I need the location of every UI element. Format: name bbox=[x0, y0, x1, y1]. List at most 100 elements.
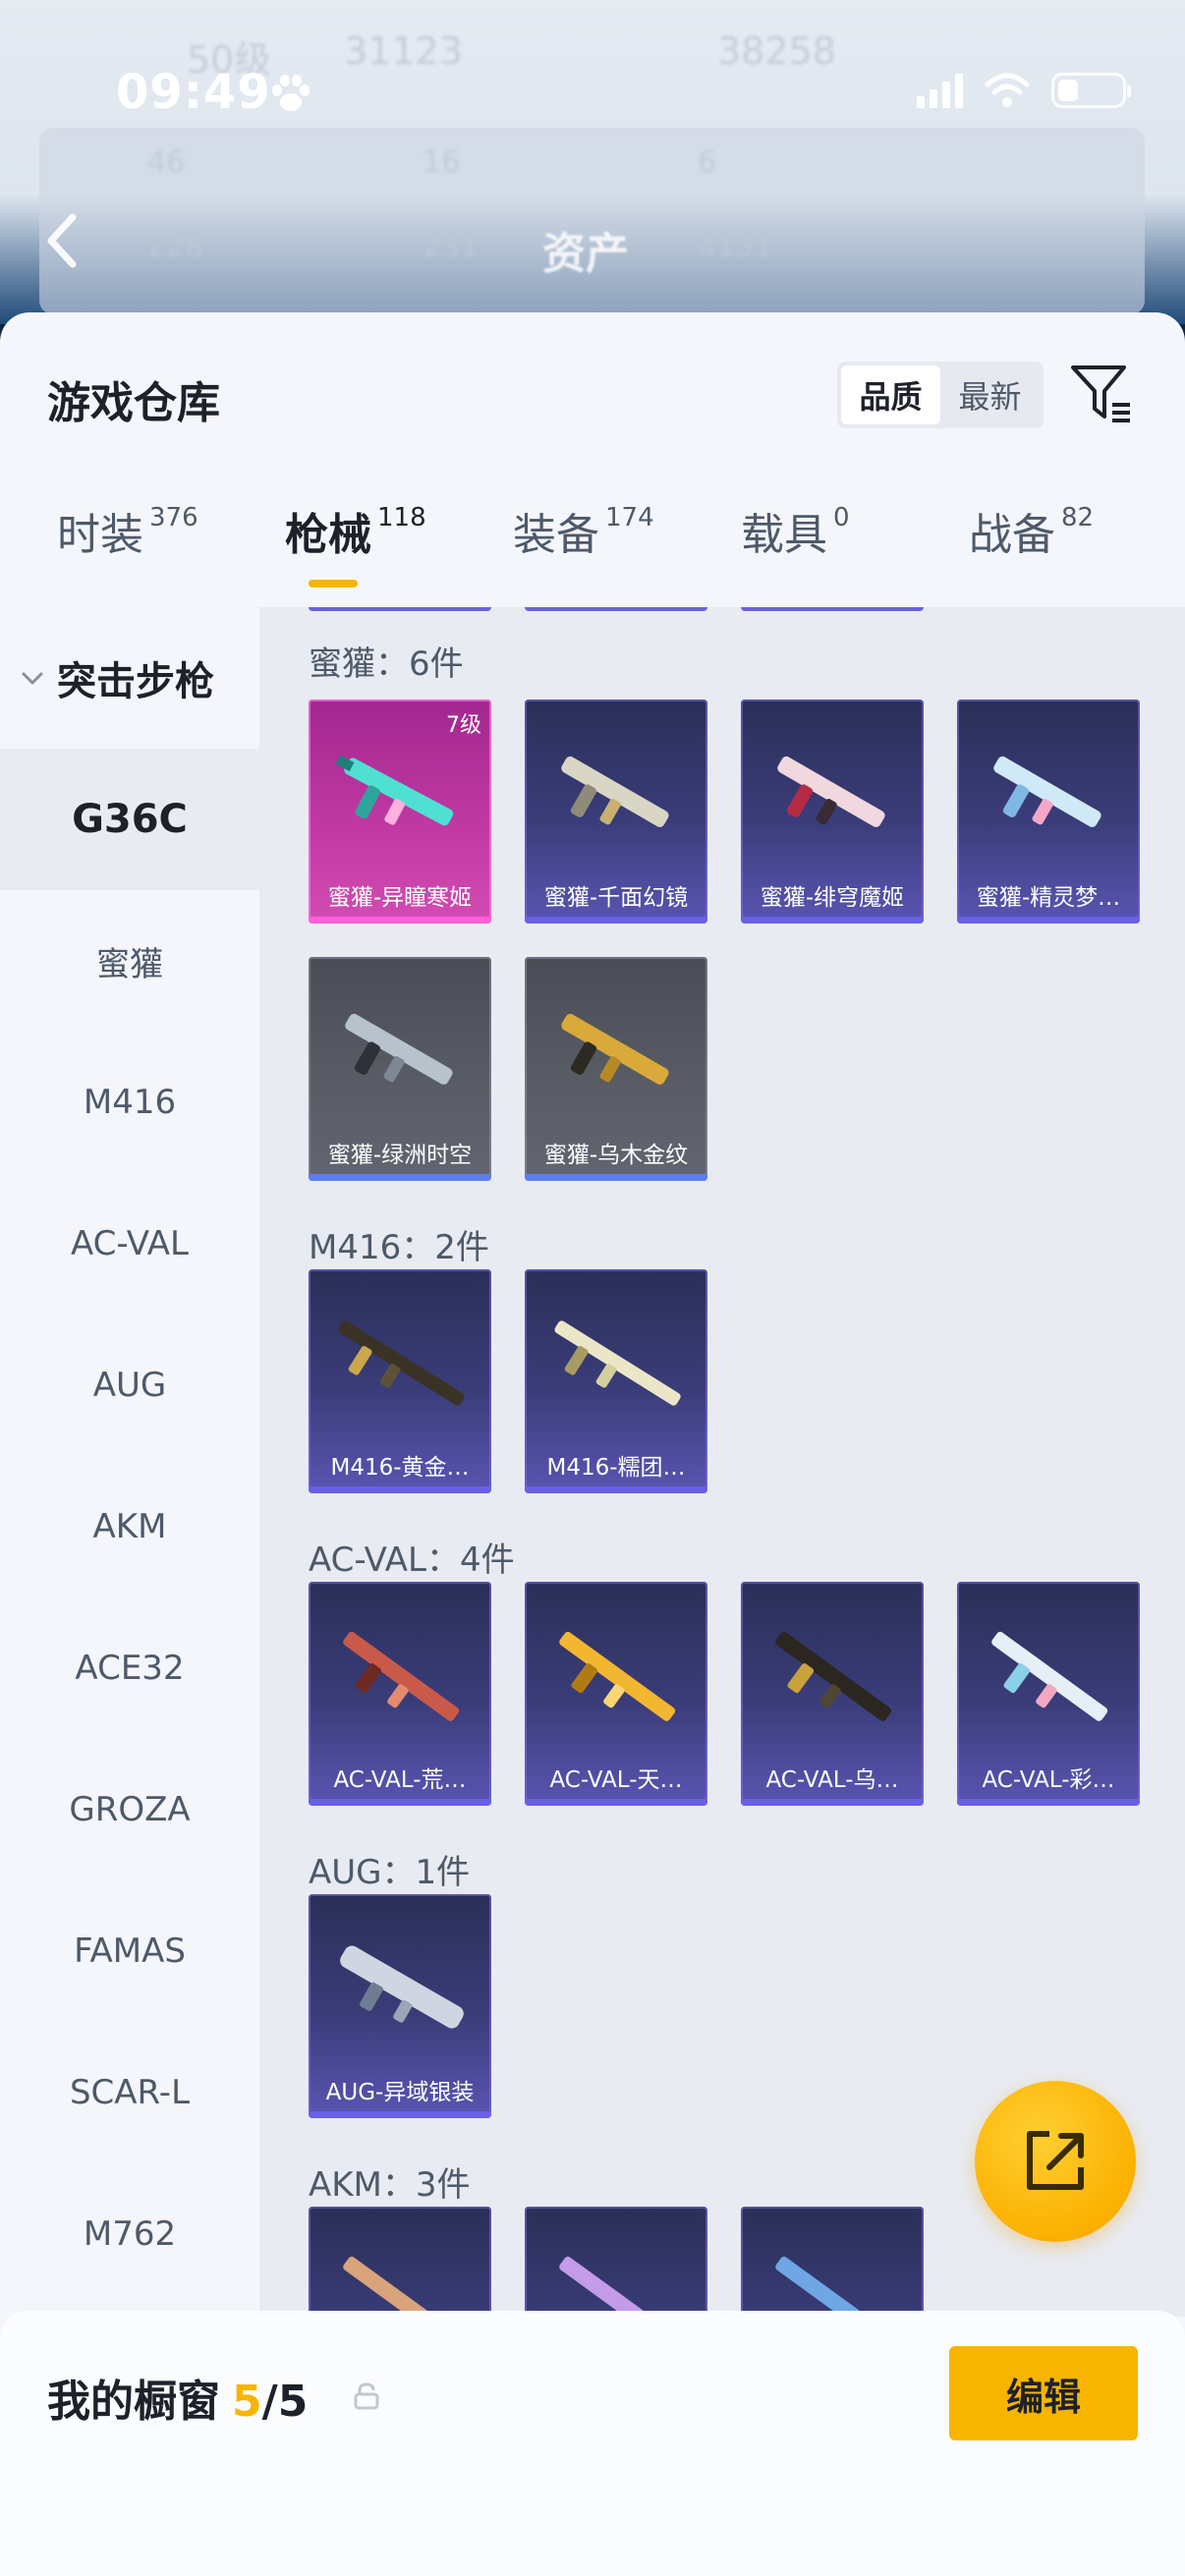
skin-card[interactable]: AC-VAL-荒… bbox=[309, 1582, 491, 1806]
bg-stat: 46 bbox=[147, 145, 186, 180]
sort-toggle: 品质 最新 bbox=[837, 362, 1044, 428]
wifi-icon bbox=[985, 73, 1030, 107]
tab-vehicles[interactable]: 载具 0 bbox=[741, 499, 850, 562]
rifle-image-icon bbox=[559, 2256, 676, 2317]
sidebar-item-ace32[interactable]: ACE32 bbox=[0, 1597, 259, 1739]
sidebar-item-famas[interactable]: FAMAS bbox=[0, 1880, 259, 2022]
share-export-icon bbox=[1027, 2131, 1084, 2190]
cellular-signal-icon bbox=[917, 73, 963, 108]
chevron-down-icon bbox=[22, 672, 43, 685]
weapon-sidebar: 突击步枪 G36C 蜜獾 M416 AC-VAL AUG AKM ACE32 G… bbox=[0, 607, 259, 2317]
category-tabs: 时装 376 枪械 118 装备 174 载具 0 战备 82 bbox=[0, 499, 1185, 588]
rifle-image-icon bbox=[338, 1320, 465, 1406]
tab-label: 时装 bbox=[57, 510, 143, 560]
sidebar-item-ac-val[interactable]: AC-VAL bbox=[0, 1173, 259, 1315]
bg-stat: 228 bbox=[147, 230, 204, 264]
tab-fashion[interactable]: 时装 376 bbox=[57, 499, 198, 562]
skin-card[interactable] bbox=[309, 2207, 491, 2317]
skin-name: 蜜獾-千面幻镜 bbox=[543, 885, 689, 911]
sidebar-item-m416[interactable]: M416 bbox=[0, 1032, 259, 1173]
showcase-current-count: 5 bbox=[232, 2377, 262, 2427]
rifle-image-icon bbox=[340, 1945, 464, 2029]
prev-row-edge bbox=[525, 607, 707, 611]
edit-button[interactable]: 编辑 bbox=[949, 2346, 1138, 2440]
skin-card[interactable]: 蜜獾-绯穹魔姬 bbox=[741, 700, 924, 924]
tab-count: 82 bbox=[1061, 503, 1095, 532]
smg-image-icon bbox=[335, 755, 454, 826]
skin-card[interactable] bbox=[525, 2207, 707, 2317]
tab-guns[interactable]: 枪械 118 bbox=[285, 499, 426, 562]
skin-card[interactable]: 蜜獾-千面幻镜 bbox=[525, 700, 707, 924]
back-arrow-icon[interactable] bbox=[43, 211, 79, 270]
skin-name: AC-VAL-彩… bbox=[982, 1767, 1115, 1793]
skin-name: AUG-异域银装 bbox=[325, 2080, 475, 2105]
background-header: 50级 31123 38258 46 16 6 228 231 4131 资产 bbox=[0, 0, 1185, 324]
skin-card[interactable] bbox=[741, 2207, 924, 2317]
sheet-title: 游戏仓库 bbox=[47, 378, 220, 428]
sidebar-item-scar-l[interactable]: SCAR-L bbox=[0, 2022, 259, 2163]
rifle-image-icon bbox=[343, 2256, 460, 2317]
filter-icon[interactable] bbox=[1069, 362, 1134, 426]
active-tab-indicator bbox=[309, 580, 358, 588]
sort-newest-button[interactable]: 最新 bbox=[940, 365, 1040, 424]
sidebar-item-honey-badger[interactable]: 蜜獾 bbox=[0, 890, 259, 1032]
skin-card[interactable]: AUG-异域银装 bbox=[309, 1894, 491, 2118]
rifle-image-icon bbox=[775, 1631, 892, 1721]
status-indicators bbox=[917, 73, 1131, 108]
section-title: AC-VAL：4件 bbox=[309, 1540, 515, 1580]
rifle-image-icon bbox=[554, 1320, 681, 1406]
tab-label: 装备 bbox=[513, 510, 599, 560]
skin-name: AC-VAL-乌… bbox=[765, 1767, 899, 1793]
skin-name: M416-黄金… bbox=[330, 1455, 470, 1481]
tab-count: 118 bbox=[377, 503, 426, 532]
bg-stat: 6 bbox=[698, 145, 717, 180]
skin-card[interactable]: M416-糯团… bbox=[525, 1269, 707, 1493]
sidebar-group-assault-rifles[interactable]: 突击步枪 bbox=[0, 607, 259, 749]
tab-label: 战备 bbox=[969, 510, 1055, 560]
smg-image-icon bbox=[561, 1013, 669, 1085]
sidebar-item-g36c[interactable]: G36C bbox=[0, 749, 259, 890]
tab-count: 174 bbox=[605, 503, 654, 532]
rifle-image-icon bbox=[559, 1631, 676, 1721]
rifle-image-icon bbox=[343, 1631, 460, 1721]
tab-battle-gear[interactable]: 战备 82 bbox=[969, 499, 1094, 562]
status-time: 09:49 bbox=[116, 65, 271, 120]
tab-equipment[interactable]: 装备 174 bbox=[513, 499, 654, 562]
bg-count-a: 31123 bbox=[344, 29, 463, 73]
showcase-title-row: 我的橱窗 5 / 5 bbox=[47, 2366, 308, 2429]
sidebar-item-m762[interactable]: M762 bbox=[0, 2163, 259, 2305]
skin-card[interactable]: 蜜獾-绿洲时空 bbox=[309, 957, 491, 1181]
tab-count: 376 bbox=[149, 503, 198, 532]
tab-label: 枪械 bbox=[285, 510, 371, 560]
prev-row-edge bbox=[741, 607, 924, 611]
skin-name: AC-VAL-天… bbox=[549, 1767, 683, 1793]
skin-card[interactable]: M416-黄金… bbox=[309, 1269, 491, 1493]
skin-name: M416-糯团… bbox=[546, 1455, 686, 1481]
skin-card[interactable]: AC-VAL-彩… bbox=[957, 1582, 1140, 1806]
sidebar-item-aug[interactable]: AUG bbox=[0, 1315, 259, 1456]
showcase-title: 我的橱窗 bbox=[47, 2377, 220, 2427]
lock-icon bbox=[354, 2382, 379, 2410]
sidebar-item-akm[interactable]: AKM bbox=[0, 1456, 259, 1597]
skin-level-badge: 7级 bbox=[446, 713, 481, 738]
skin-card[interactable]: 蜜獾-乌木金纹 bbox=[525, 957, 707, 1181]
skin-name: AC-VAL-荒… bbox=[333, 1767, 467, 1793]
skin-card[interactable]: AC-VAL-乌… bbox=[741, 1582, 924, 1806]
skin-card[interactable]: 蜜獾-精灵梦… bbox=[957, 700, 1140, 924]
showcase-max-count: 5 bbox=[277, 2377, 309, 2427]
skin-card[interactable]: 7级 蜜獾-异瞳寒姬 bbox=[309, 700, 491, 924]
section-title: M416：2件 bbox=[309, 1228, 489, 1267]
paw-icon bbox=[272, 75, 310, 111]
skin-card[interactable]: AC-VAL-天… bbox=[525, 1582, 707, 1806]
battery-icon bbox=[1051, 73, 1131, 108]
share-button[interactable] bbox=[975, 2081, 1136, 2242]
skin-name: 蜜獾-精灵梦… bbox=[976, 885, 1121, 911]
showcase-bar: 我的橱窗 5 / 5 编辑 bbox=[0, 2311, 1185, 2576]
skin-name: 蜜獾-绯穹魔姬 bbox=[760, 885, 905, 911]
tab-label: 载具 bbox=[741, 510, 827, 560]
sidebar-item-groza[interactable]: GROZA bbox=[0, 1739, 259, 1880]
section-title: 蜜獾：6件 bbox=[309, 644, 464, 684]
bg-stat: 231 bbox=[423, 230, 480, 264]
sort-quality-button[interactable]: 品质 bbox=[841, 365, 940, 424]
bg-count-b: 38258 bbox=[717, 29, 836, 73]
